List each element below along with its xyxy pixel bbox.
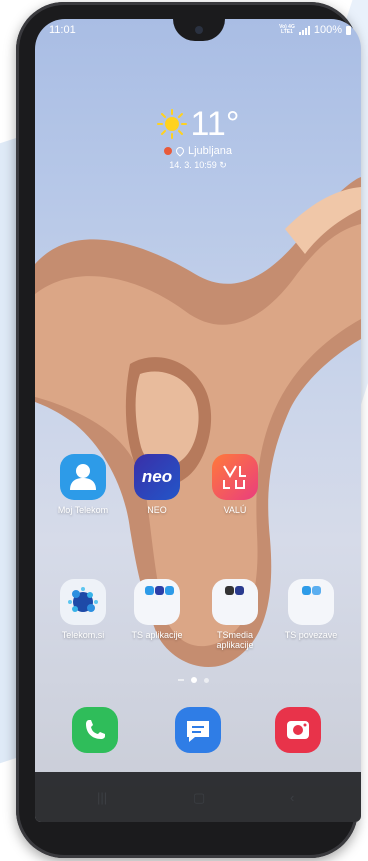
app-neo[interactable]: neo NEO — [122, 454, 192, 515]
home-icon[interactable]: ▢ — [193, 790, 205, 806]
telekom-si-icon — [60, 579, 106, 625]
location-pin-icon — [174, 145, 186, 157]
sun-icon — [156, 109, 187, 139]
status-icons: Vo) 4G LTE1 100% — [279, 24, 351, 36]
navigation-bar: ||| ▢ ‹ — [35, 772, 361, 822]
phone-icon[interactable] — [72, 707, 118, 753]
app-telekom-si[interactable]: Telekom.si — [48, 579, 118, 640]
page-indicator[interactable] — [178, 677, 209, 683]
weather-updated-time: 14. 3. 10:59 — [169, 160, 217, 170]
temperature: 11° — [190, 105, 240, 143]
signal-icon — [298, 25, 310, 35]
folder-icon — [288, 579, 334, 625]
back-icon[interactable]: ‹ — [290, 790, 294, 805]
folder-icon — [134, 579, 180, 625]
app-valu[interactable]: VALÚ — [200, 454, 270, 515]
folder-ts-aplikacije[interactable]: TS aplikacije — [122, 579, 192, 640]
folder-icon — [212, 579, 258, 625]
recent-apps-icon[interactable]: ||| — [97, 790, 107, 805]
message-icon[interactable] — [175, 707, 221, 753]
location-name: Ljubljana — [187, 145, 233, 157]
neo-logo-icon: neo — [134, 454, 180, 500]
app-moj-telekom[interactable]: Moj Telekom — [48, 454, 118, 515]
battery-icon — [346, 25, 351, 35]
status-time: 11:01 — [49, 24, 76, 36]
network-indicator: Vo) 4G LTE1 — [279, 24, 295, 35]
alert-icon — [163, 147, 172, 155]
refresh-icon[interactable]: ↻ — [219, 160, 227, 170]
weather-widget[interactable]: 11° Ljubljana 14. 3. 10:59 ↻ — [35, 107, 361, 171]
folder-tsmedia-aplikacije[interactable]: TSmedia aplikacije — [200, 579, 270, 650]
camera-icon[interactable] — [275, 707, 321, 753]
phone-frame: 11:01 Vo) 4G LTE1 100% 11° Ljubljana 14.… — [16, 2, 361, 858]
person-icon — [60, 454, 106, 500]
folder-ts-povezave[interactable]: TS povezave — [276, 579, 346, 640]
valu-logo-icon — [212, 454, 258, 500]
battery-percent: 100% — [313, 24, 342, 36]
home-screen: 11:01 Vo) 4G LTE1 100% 11° Ljubljana 14.… — [35, 19, 361, 822]
